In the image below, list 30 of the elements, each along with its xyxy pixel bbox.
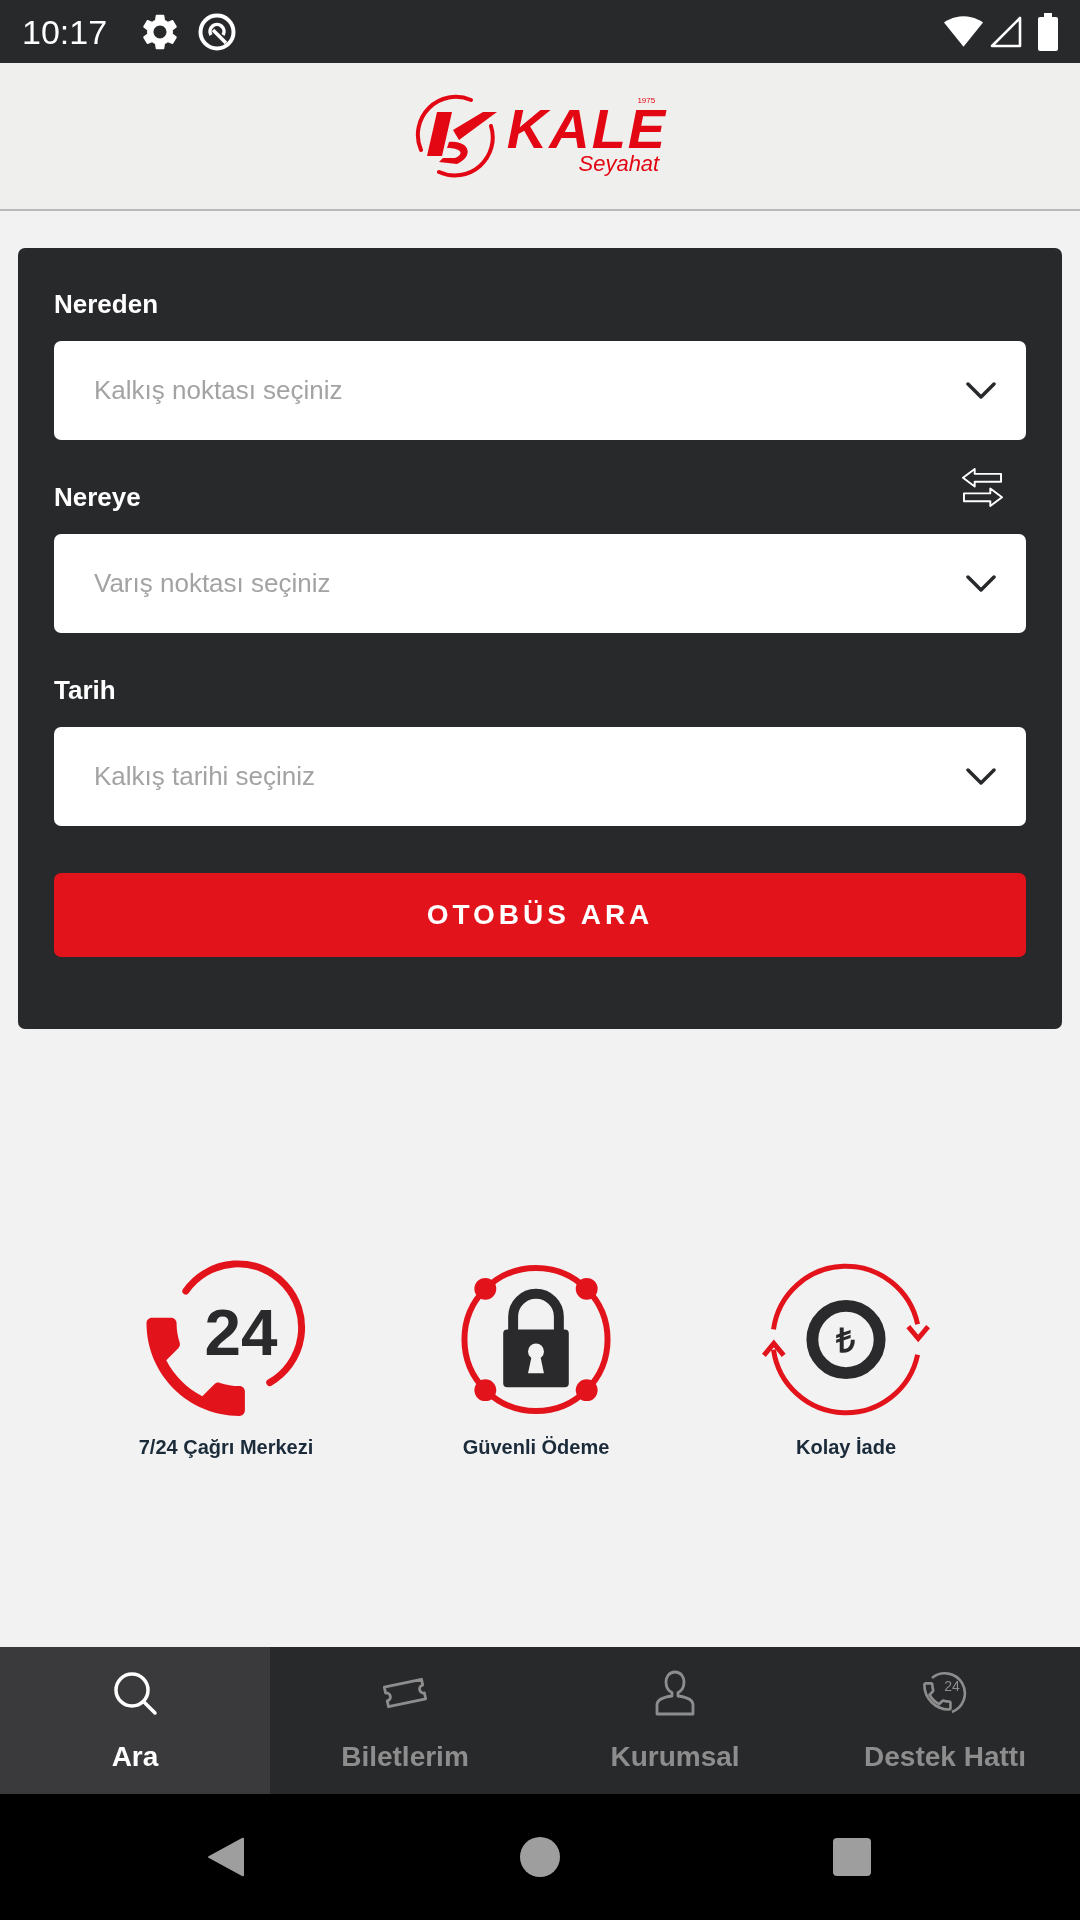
nav-tab[interactable]: Biletlerim [270,1647,540,1794]
logo-wordmark: KALE [506,106,668,152]
nav-tab[interactable]: Ara [0,1647,270,1794]
back-icon[interactable] [207,1837,246,1877]
chevron-down-icon [966,575,996,592]
field-label: Tarih [54,674,116,707]
select-field[interactable]: Kalkış noktası seçiniz [54,341,1026,440]
swap-icon[interactable] [961,468,1004,507]
chevron-down-icon [966,382,996,399]
logo-tagline: Seyahat [578,152,660,176]
signal-icon [990,15,1022,48]
nav-tab[interactable]: Kurumsal [540,1647,810,1794]
status-time: 10:17 [22,14,108,49]
circle-status-icon [198,12,237,51]
home-icon[interactable] [520,1837,560,1877]
feature-label: Güvenli Ödeme [462,1435,610,1459]
field-label: Nereden [54,288,159,321]
logo-since-text: 1975 [637,96,656,106]
wifi-icon [944,16,983,47]
chevron-down-icon [966,768,996,785]
search-bus-button[interactable]: OTOBÜS ARA [54,873,1026,957]
select-field[interactable]: Kalkış tarihi seçiniz [54,727,1026,826]
field-label: Nereye [54,481,141,514]
nav-tab[interactable]: 24 Destek Hattı [810,1647,1080,1794]
settings-icon [143,13,178,50]
feature-label: Kolay İade [795,1435,896,1459]
search-icon [112,1670,158,1716]
select-field[interactable]: Varış noktası seçiniz [54,534,1026,633]
battery-icon [1038,12,1058,51]
feature-label: 7/24 Çağrı Merkezi [138,1435,314,1459]
